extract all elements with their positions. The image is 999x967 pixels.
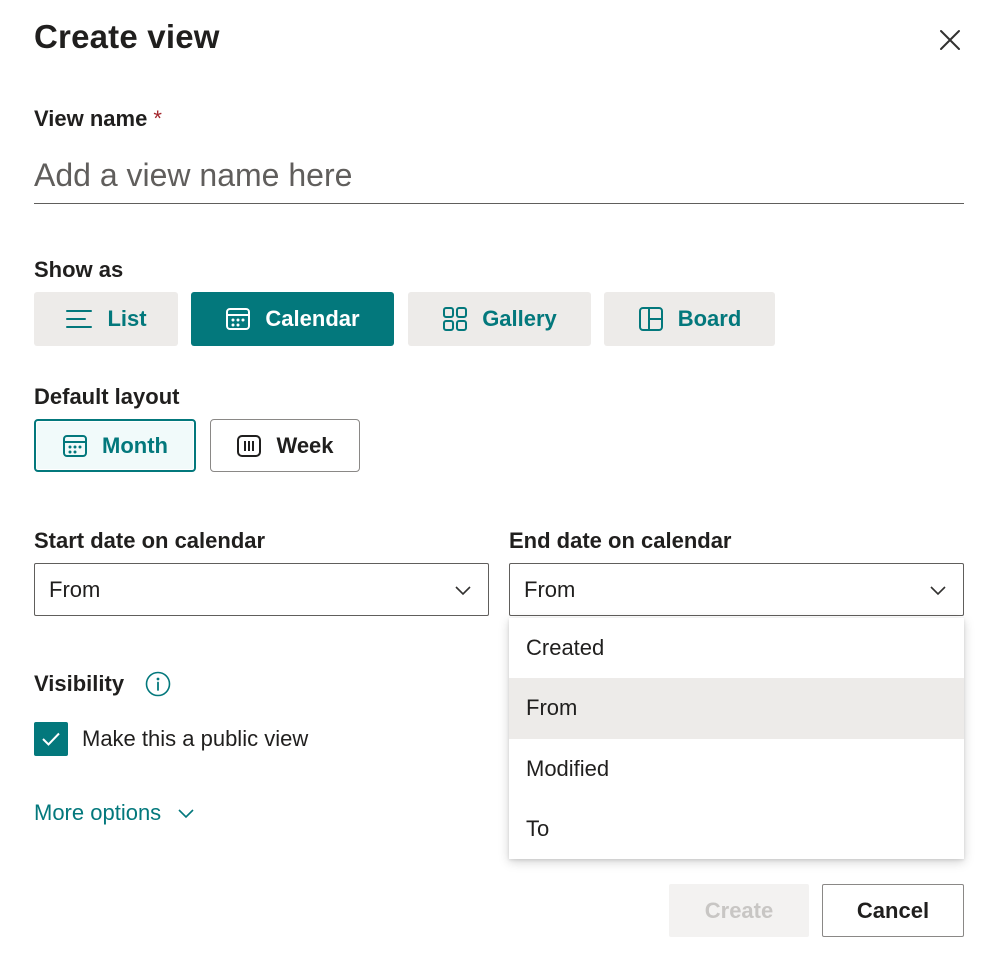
start-date-value: From — [49, 576, 101, 602]
calendar-icon — [226, 308, 251, 330]
layout-week-button[interactable]: Week — [210, 419, 360, 472]
checkmark-icon — [42, 732, 60, 746]
view-name-label: View name * — [34, 106, 162, 131]
layout-month-label: Month — [102, 432, 168, 458]
public-view-checkbox[interactable] — [34, 722, 68, 756]
chevron-down-icon — [455, 585, 471, 595]
dropdown-option-from[interactable]: From — [509, 678, 964, 739]
more-options-label: More options — [34, 800, 162, 825]
calendar-month-icon — [63, 434, 88, 457]
end-date-dropdown[interactable]: From — [509, 563, 964, 616]
cancel-button[interactable]: Cancel — [822, 884, 964, 937]
end-date-label: End date on calendar — [509, 528, 732, 553]
chevron-down-icon — [178, 809, 194, 819]
create-button[interactable]: Create — [669, 884, 809, 937]
required-marker: * — [153, 106, 162, 131]
show-as-gallery-label: Gallery — [482, 306, 557, 331]
start-date-label: Start date on calendar — [34, 528, 266, 553]
view-name-input[interactable] — [34, 156, 964, 204]
chevron-down-icon — [930, 585, 946, 595]
end-date-options-menu: Created From Modified To — [509, 618, 964, 859]
close-icon — [940, 30, 960, 50]
end-date-value: From — [524, 576, 576, 602]
show-as-label: Show as — [34, 257, 124, 282]
show-as-calendar-label: Calendar — [265, 306, 360, 331]
show-as-list-label: List — [107, 306, 147, 331]
board-icon — [638, 307, 663, 331]
show-as-calendar-button[interactable]: Calendar — [191, 292, 394, 346]
show-as-gallery-button[interactable]: Gallery — [408, 292, 591, 346]
default-layout-label: Default layout — [34, 384, 180, 409]
more-options-link[interactable]: More options — [34, 800, 195, 826]
dropdown-option-to[interactable]: To — [509, 799, 964, 859]
public-view-label[interactable]: Make this a public view — [82, 726, 308, 752]
gallery-icon — [443, 307, 468, 331]
show-as-board-button[interactable]: Board — [604, 292, 775, 346]
close-button[interactable] — [928, 24, 972, 56]
visibility-label: Visibility — [34, 671, 125, 696]
show-as-board-label: Board — [677, 306, 742, 331]
layout-week-label: Week — [276, 432, 334, 458]
show-as-list-button[interactable]: List — [34, 292, 178, 346]
dialog-title: Create view — [34, 18, 220, 55]
calendar-week-icon — [237, 434, 262, 457]
info-icon[interactable] — [145, 671, 171, 697]
start-date-dropdown[interactable]: From — [34, 563, 489, 616]
dropdown-option-modified[interactable]: Modified — [509, 739, 964, 799]
dropdown-option-created[interactable]: Created — [509, 618, 964, 678]
list-icon — [66, 310, 93, 328]
layout-month-button[interactable]: Month — [34, 419, 196, 472]
